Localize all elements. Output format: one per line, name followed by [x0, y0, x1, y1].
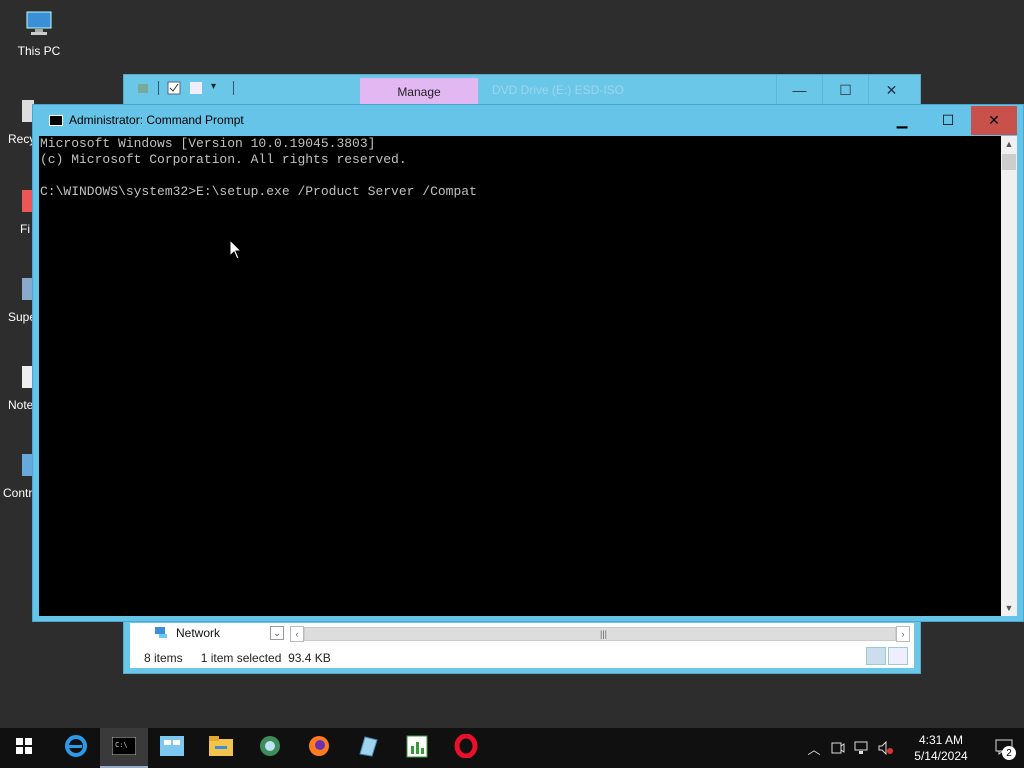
scroll-track[interactable]: |||	[304, 627, 896, 641]
scroll-down-icon[interactable]: ▼	[1001, 600, 1017, 616]
volume-muted-icon[interactable]	[874, 728, 898, 768]
vertical-scrollbar[interactable]: ▲ ▼	[1001, 136, 1017, 616]
close-button[interactable]: ✕	[868, 75, 914, 105]
taskbar-chart-app[interactable]	[393, 728, 441, 768]
console-line: Microsoft Windows [Version 10.0.19045.38…	[40, 136, 376, 151]
maximize-icon: ☐	[839, 81, 852, 98]
scroll-up-icon[interactable]: ▲	[1001, 136, 1017, 152]
action-center-button[interactable]: 2	[984, 728, 1024, 768]
details-view-icon[interactable]	[866, 647, 886, 665]
system-tray: ︿ 4:31 AM 5/14/2024 2	[802, 728, 1024, 768]
window-title: Administrator: Command Prompt	[69, 113, 244, 127]
properties-icon[interactable]	[136, 81, 150, 95]
chevron-down-icon[interactable]: ⌄	[270, 626, 284, 640]
taskbar-firefox[interactable]	[295, 728, 343, 768]
separator	[158, 81, 159, 95]
checkbox-icon[interactable]	[167, 81, 181, 95]
close-icon: ✕	[988, 112, 1000, 128]
internet-explorer-icon	[64, 734, 88, 763]
control-panel-icon	[160, 735, 184, 761]
console-output[interactable]: Microsoft Windows [Version 10.0.19045.38…	[39, 136, 1001, 616]
view-toggle	[866, 647, 908, 665]
horizontal-scrollbar[interactable]: ‹ ||| ›	[290, 626, 910, 642]
scroll-thumb[interactable]	[1002, 154, 1016, 170]
desktop-icon-label: Contr	[3, 486, 33, 500]
quick-access-toolbar: ▾	[136, 81, 234, 95]
notification-badge: 2	[1002, 746, 1016, 760]
maximize-button[interactable]: ☐	[925, 106, 971, 135]
desktop-icon-label: This PC	[17, 44, 61, 58]
desktop-icon-this-pc[interactable]: This PC	[4, 8, 74, 58]
explorer-titlebar[interactable]: ▾ Manage DVD Drive (E:) ESD-ISO — ☐ ✕	[124, 75, 920, 105]
windows-logo-icon	[16, 737, 32, 759]
scroll-left-icon[interactable]: ‹	[290, 626, 304, 642]
separator	[233, 81, 234, 95]
clock-time: 4:31 AM	[918, 733, 964, 747]
close-button[interactable]: ✕	[971, 106, 1017, 135]
desktop-icon-label: Recy	[8, 132, 36, 146]
desktop-icon-label: Fi	[20, 222, 30, 236]
globe-icon	[258, 734, 282, 763]
start-button[interactable]	[0, 728, 48, 768]
new-folder-icon[interactable]	[189, 81, 203, 95]
minimize-button[interactable]: —	[776, 75, 822, 105]
explorer-body: Network ⌄ ‹ ||| › 8 items 1 item selecte…	[130, 623, 914, 668]
network-icon	[154, 625, 170, 642]
minimize-icon: ▁	[896, 112, 908, 128]
taskbar: C:\ ︿ 4:31 AM 5/14/2024 2	[0, 728, 1024, 768]
nav-item-label: Network	[176, 626, 221, 640]
large-icons-view-icon[interactable]	[888, 647, 908, 665]
taskbar-network-app[interactable]	[246, 728, 294, 768]
clock[interactable]: 4:31 AM 5/14/2024	[906, 732, 976, 764]
cmd-titlebar[interactable]: Administrator: Command Prompt ▁ ☐ ✕	[33, 105, 1023, 136]
svg-text:C:\: C:\	[115, 741, 128, 749]
taskbar-file-explorer[interactable]	[197, 728, 245, 768]
meet-now-icon[interactable]	[826, 728, 850, 768]
status-bar: 8 items 1 item selected 93.4 KB	[144, 651, 331, 665]
command-prompt-window[interactable]: Administrator: Command Prompt ▁ ☐ ✕ Micr…	[32, 104, 1024, 622]
window-title: DVD Drive (E:) ESD-ISO	[492, 83, 625, 97]
selection-count: 1 item selected 93.4 KB	[200, 651, 331, 665]
console-icon	[49, 115, 63, 126]
qat-dropdown-icon[interactable]: ▾	[211, 81, 225, 95]
spreadsheet-icon	[406, 734, 428, 763]
taskbar-command-prompt[interactable]: C:\	[100, 728, 148, 768]
desktop-icon-label: Note	[8, 398, 34, 412]
clock-date: 5/14/2024	[914, 749, 968, 763]
desktop-icon-label: Supe	[8, 310, 37, 324]
minimize-icon: —	[792, 82, 807, 98]
maximize-button[interactable]: ☐	[822, 75, 868, 105]
scroll-right-icon[interactable]: ›	[896, 626, 910, 642]
taskbar-internet-explorer[interactable]	[52, 728, 100, 768]
item-count: 8 items	[144, 651, 183, 665]
console-icon: C:\	[111, 736, 137, 760]
console-line: (c) Microsoft Corporation. All rights re…	[40, 152, 407, 167]
opera-icon	[454, 733, 478, 763]
folder-icon	[209, 735, 233, 761]
taskbar-opera[interactable]	[442, 728, 490, 768]
taskbar-notepad-app[interactable]	[344, 728, 392, 768]
taskbar-control-panel[interactable]	[148, 728, 196, 768]
navigation-pane-row: Network ⌄ ‹ ||| ›	[130, 623, 914, 643]
network-icon[interactable]	[850, 728, 874, 768]
console-line: C:\WINDOWS\system32>E:\setup.exe /Produc…	[40, 184, 477, 199]
manage-tab[interactable]: Manage	[360, 78, 478, 105]
close-icon: ✕	[885, 81, 898, 98]
nav-item-network[interactable]: Network	[154, 625, 270, 642]
scroll-grip-icon[interactable]: |||	[600, 629, 607, 639]
firefox-icon	[307, 734, 331, 763]
mouse-pointer-icon	[229, 238, 243, 260]
notepad-icon	[356, 734, 380, 763]
maximize-icon: ☐	[941, 112, 955, 128]
show-hidden-icons-icon[interactable]: ︿	[802, 728, 826, 768]
computer-icon	[23, 8, 55, 40]
minimize-button[interactable]: ▁	[879, 106, 925, 135]
